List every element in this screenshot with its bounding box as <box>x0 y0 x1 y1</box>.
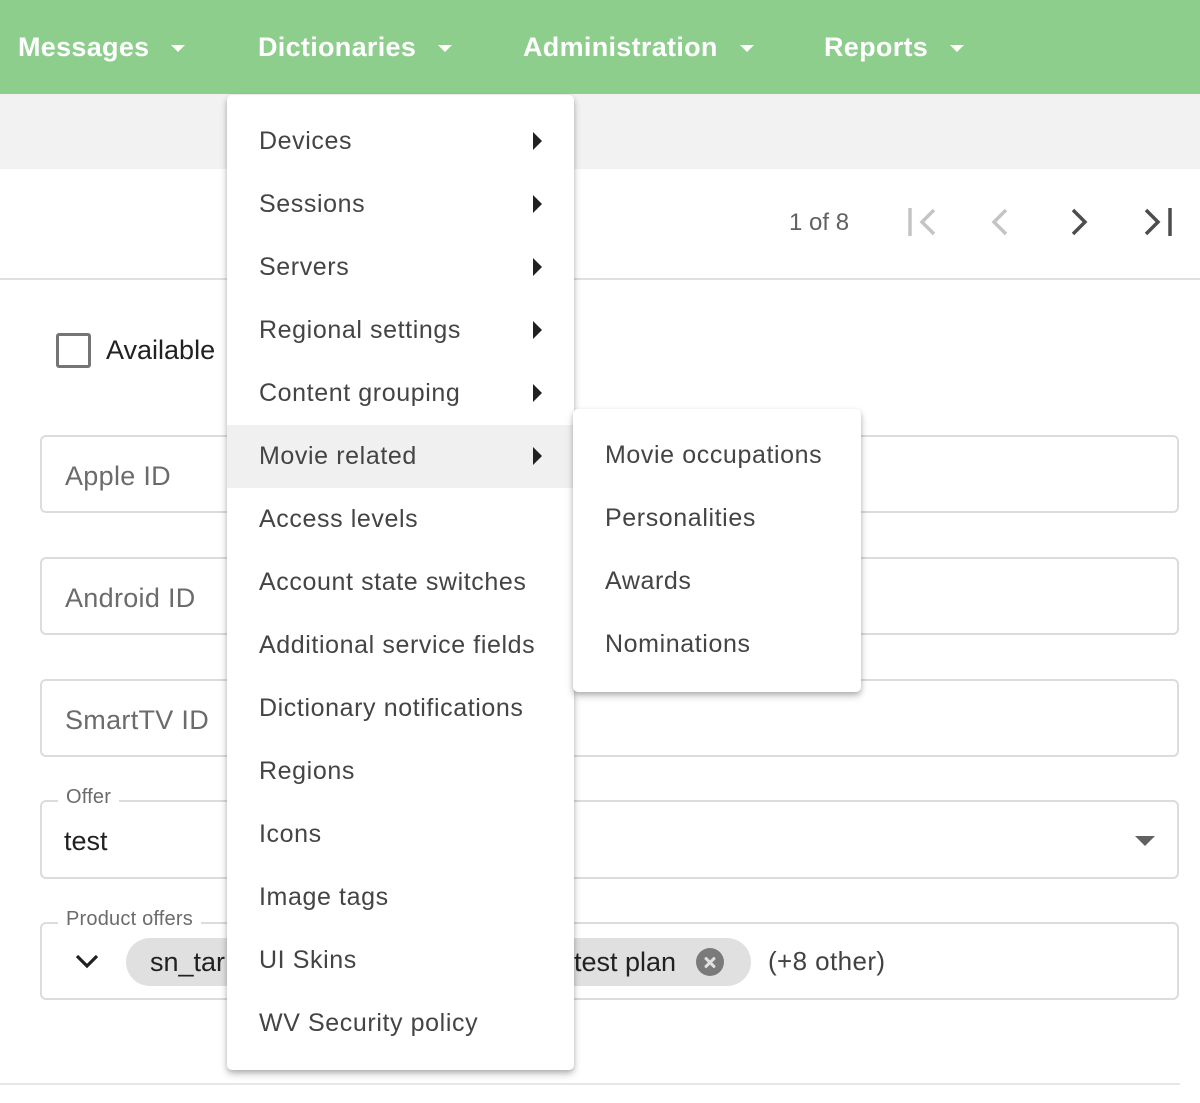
menu-item-dictionary-notifications[interactable]: Dictionary notifications <box>227 677 574 740</box>
dropdown-arrow-icon[interactable] <box>1135 836 1155 846</box>
last-page-button[interactable] <box>1138 202 1178 242</box>
menu-item-label: Regional settings <box>259 316 461 344</box>
menu-item-sessions[interactable]: Sessions <box>227 173 574 236</box>
menu-item-servers[interactable]: Servers <box>227 236 574 299</box>
first-page-icon <box>908 208 936 236</box>
dictionaries-menu: Devices Sessions Servers Regional settin… <box>227 95 574 1070</box>
nav-dictionaries-label: Dictionaries <box>258 31 417 62</box>
menu-item-regions[interactable]: Regions <box>227 740 574 803</box>
page-range-label: 1 of 8 <box>789 209 850 236</box>
menu-item-label: Dictionary notifications <box>259 694 524 722</box>
menu-item-label: Personalities <box>605 504 756 532</box>
next-page-button[interactable] <box>1059 202 1099 242</box>
submenu-arrow-icon <box>533 447 542 465</box>
offer-label: Offer <box>58 786 120 809</box>
menu-item-access-levels[interactable]: Access levels <box>227 488 574 551</box>
caret-down-icon <box>950 44 965 52</box>
menu-item-image-tags[interactable]: Image tags <box>227 866 574 929</box>
caret-down-icon <box>438 44 453 52</box>
submenu-arrow-icon <box>533 321 542 339</box>
android-id-placeholder: Android ID <box>65 583 196 613</box>
nav-administration-label: Administration <box>523 31 718 62</box>
available-row: Available <box>56 333 215 368</box>
menu-item-devices[interactable]: Devices <box>227 110 574 173</box>
more-offers-count: (+8 other) <box>768 946 886 976</box>
menu-item-content-grouping[interactable]: Content grouping <box>227 362 574 425</box>
menu-item-label: UI Skins <box>259 946 357 974</box>
menu-item-label: Image tags <box>259 883 389 911</box>
menu-item-label: Nominations <box>605 630 751 658</box>
first-page-button[interactable] <box>902 202 942 242</box>
submenu-arrow-icon <box>533 195 542 213</box>
available-label: Available <box>106 335 216 365</box>
previous-page-button[interactable] <box>980 202 1020 242</box>
menu-item-regional-settings[interactable]: Regional settings <box>227 299 574 362</box>
paginator: 1 of 8 <box>0 169 1200 280</box>
menu-item-label: Additional service fields <box>259 631 536 659</box>
menu-item-movie-related[interactable]: Movie related <box>227 425 574 488</box>
submenu-item-nominations[interactable]: Nominations <box>573 613 861 676</box>
menu-item-label: Icons <box>259 820 322 848</box>
submenu-arrow-icon <box>533 132 542 150</box>
nav-reports[interactable]: Reports <box>824 0 965 94</box>
nav-dictionaries[interactable]: Dictionaries <box>258 0 453 94</box>
submenu-arrow-icon <box>533 258 542 276</box>
last-page-icon <box>1144 208 1172 236</box>
smarttv-id-placeholder: SmartTV ID <box>65 705 210 735</box>
menu-item-label: Movie related <box>259 442 417 470</box>
menu-item-label: Sessions <box>259 190 366 218</box>
menu-item-additional-service-fields[interactable]: Additional service fields <box>227 614 574 677</box>
menu-item-ui-skins[interactable]: UI Skins <box>227 929 574 992</box>
divider <box>0 1083 1180 1085</box>
offer-value: test <box>64 826 108 856</box>
expand-chevron-icon[interactable] <box>74 950 100 972</box>
top-nav: Messages Dictionaries Administration Rep… <box>0 0 1200 94</box>
apple-id-placeholder: Apple ID <box>65 461 171 491</box>
toolbar-strip <box>0 94 1200 169</box>
menu-item-account-state-switches[interactable]: Account state switches <box>227 551 574 614</box>
menu-item-label: Servers <box>259 253 350 281</box>
next-page-icon <box>1071 208 1088 236</box>
menu-item-wv-security-policy[interactable]: WV Security policy <box>227 992 574 1055</box>
menu-item-icons[interactable]: Icons <box>227 803 574 866</box>
menu-item-label: Regions <box>259 757 355 785</box>
menu-item-label: Movie occupations <box>605 441 823 469</box>
menu-item-label: Account state switches <box>259 568 527 596</box>
nav-reports-label: Reports <box>824 31 929 62</box>
menu-item-label: Devices <box>259 127 353 155</box>
chip-label: sn_tar <box>150 946 226 977</box>
nav-administration[interactable]: Administration <box>523 0 754 94</box>
submenu-item-awards[interactable]: Awards <box>573 550 861 613</box>
available-checkbox[interactable] <box>56 333 91 368</box>
nav-messages-label: Messages <box>18 31 150 62</box>
menu-item-label: Access levels <box>259 505 419 533</box>
caret-down-icon <box>739 44 754 52</box>
submenu-arrow-icon <box>533 384 542 402</box>
submenu-item-personalities[interactable]: Personalities <box>573 487 861 550</box>
nav-messages[interactable]: Messages <box>18 0 186 94</box>
offer-select[interactable]: Offer test <box>40 786 1179 879</box>
chip-label: test plan <box>574 946 677 977</box>
movie-related-submenu: Movie occupations Personalities Awards N… <box>573 409 861 692</box>
chip-remove-icon[interactable] <box>696 948 725 976</box>
product-offers-field[interactable]: Product offers sn_tar test plan (+8 othe… <box>40 908 1179 1000</box>
product-offers-label: Product offers <box>58 908 201 931</box>
submenu-item-movie-occupations[interactable]: Movie occupations <box>573 424 861 487</box>
caret-down-icon <box>171 44 186 52</box>
menu-item-label: Awards <box>605 567 692 595</box>
menu-item-label: WV Security policy <box>259 1009 479 1037</box>
previous-page-icon <box>991 208 1008 236</box>
menu-item-label: Content grouping <box>259 379 461 407</box>
